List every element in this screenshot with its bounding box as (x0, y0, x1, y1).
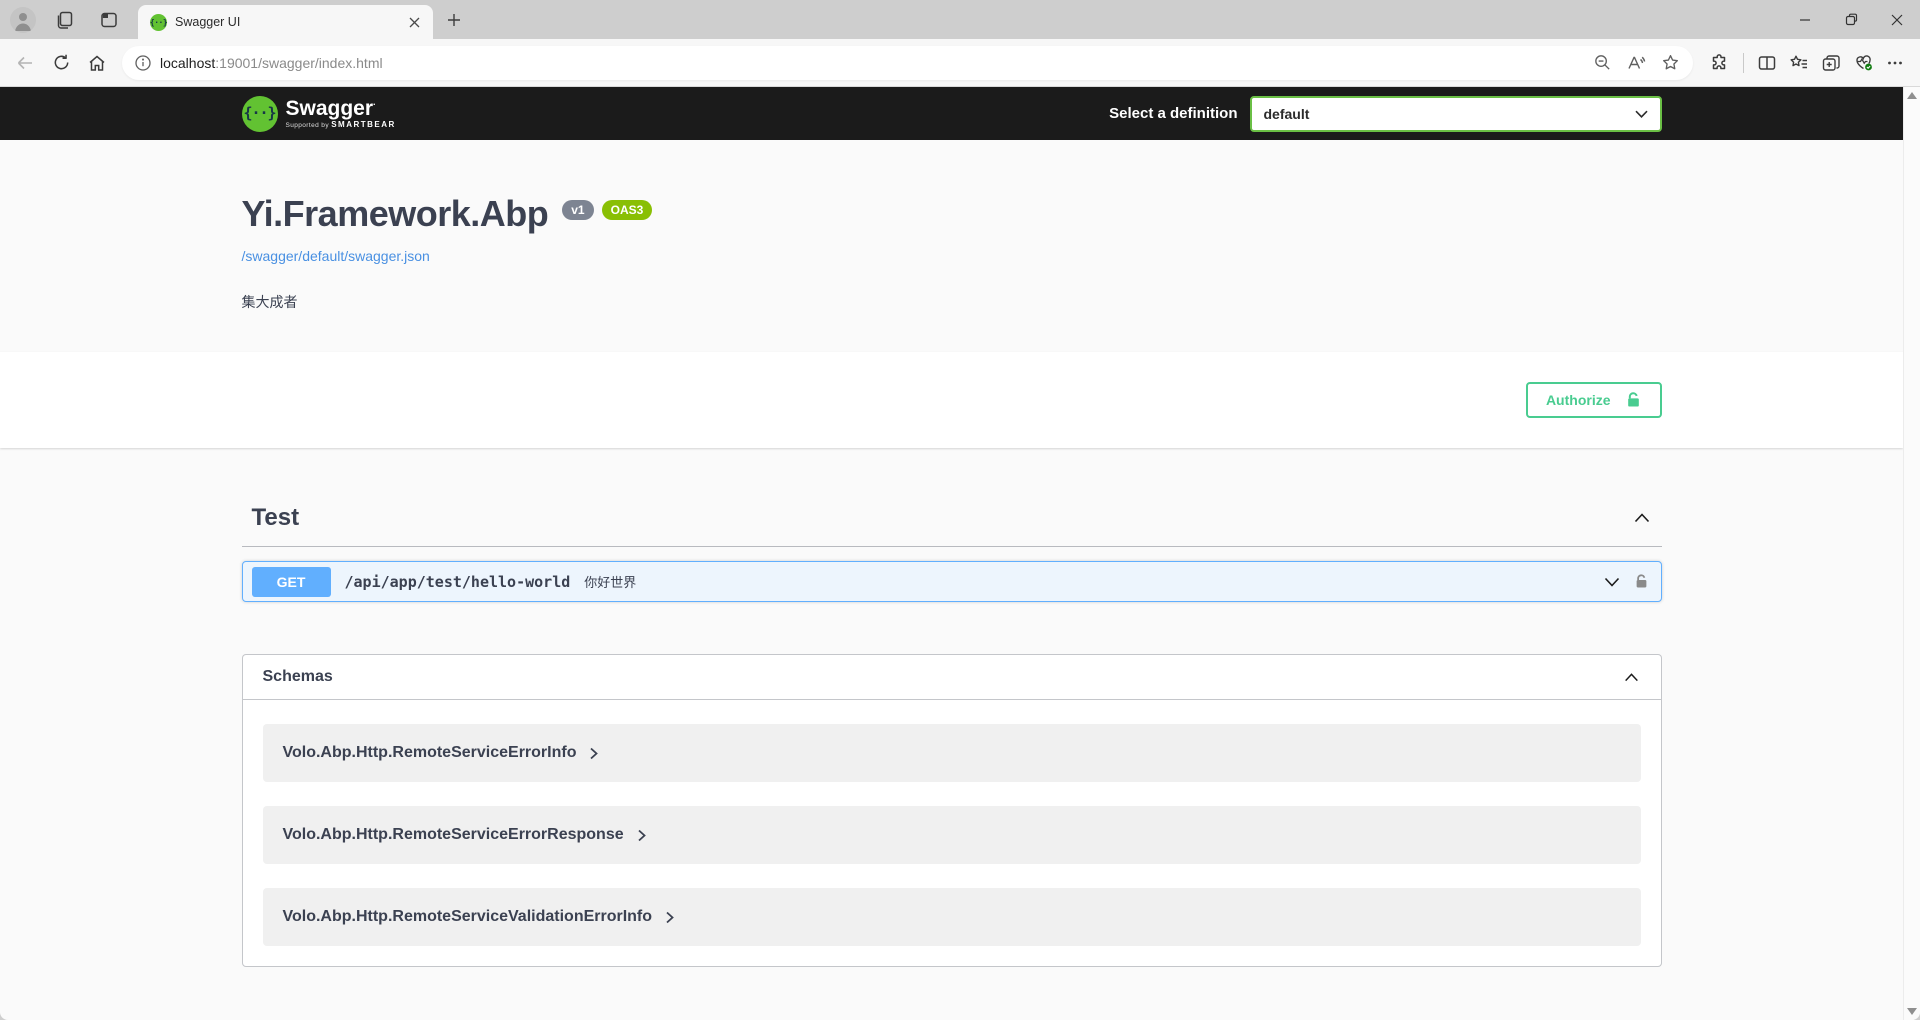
favorites-list-icon[interactable] (1784, 48, 1814, 78)
model-row-remote-service-validation-error-info[interactable]: Volo.Abp.Http.RemoteServiceValidationErr… (263, 888, 1641, 946)
tab-swagger-ui[interactable]: {··} Swagger UI (138, 5, 433, 39)
profile-avatar-icon[interactable] (10, 7, 36, 33)
method-badge[interactable]: GET (252, 567, 331, 597)
smartbear-brand: SMARTBEAR (331, 120, 396, 129)
browser-toolbar: localhost:19001/swagger/index.html (0, 39, 1920, 87)
unlock-icon (1625, 391, 1642, 409)
tab-close-icon[interactable] (403, 11, 425, 33)
zoom-out-icon[interactable] (1587, 48, 1617, 78)
page-scrollbar[interactable] (1903, 87, 1920, 1020)
authorize-button-label: Authorize (1546, 392, 1611, 408)
favorite-star-icon[interactable] (1655, 48, 1685, 78)
split-screen-icon[interactable] (1752, 48, 1782, 78)
new-tab-button[interactable] (439, 5, 469, 35)
swagger-logo[interactable]: {··} Swagger. Supported by SMARTBEAR (242, 96, 396, 132)
collapse-chevron-up-icon[interactable] (1634, 513, 1650, 523)
read-aloud-icon[interactable] (1621, 48, 1651, 78)
scroll-up-icon[interactable] (1907, 92, 1917, 99)
scroll-down-icon[interactable] (1907, 1008, 1917, 1015)
window-close-button[interactable] (1874, 0, 1920, 39)
swagger-page: {··} Swagger. Supported by SMARTBEAR Sel… (0, 87, 1903, 1020)
expand-chevron-down-icon[interactable] (1604, 577, 1620, 587)
swagger-logo-text: Swagger (286, 97, 374, 120)
chevron-down-icon (1635, 110, 1648, 118)
operation-summary: 你好世界 (584, 572, 1589, 591)
home-icon[interactable] (82, 48, 112, 78)
back-icon[interactable] (10, 48, 40, 78)
swagger-tagline-prefix: Supported by (286, 122, 329, 129)
tag-title: Test (252, 504, 300, 532)
chevron-right-icon (590, 747, 598, 760)
tag-section-test[interactable]: Test (242, 494, 1662, 547)
toolbar-divider (1743, 53, 1744, 73)
url-host: localhost (160, 55, 215, 71)
browser-window: {··} Swagger UI (0, 0, 1920, 1020)
url-path: :19001/swagger/index.html (215, 55, 382, 71)
select-definition-label: Select a definition (1109, 105, 1237, 122)
chevron-right-icon (638, 829, 646, 842)
schemas-title: Schemas (263, 668, 333, 686)
schemas-section: Schemas Volo.Abp.Http.RemoteServiceError… (242, 654, 1662, 967)
extensions-icon[interactable] (1705, 48, 1735, 78)
scheme-container: Authorize (0, 352, 1903, 448)
workspaces-icon[interactable] (50, 5, 80, 35)
operation-row-get-hello-world[interactable]: GET /api/app/test/hello-world 你好世界 (242, 561, 1662, 602)
api-title: Yi.Framework.Abp (242, 196, 549, 232)
version-badge: v1 (562, 200, 593, 220)
model-name: Volo.Abp.Http.RemoteServiceValidationErr… (283, 908, 653, 926)
api-description: 集大成者 (242, 292, 1662, 312)
api-info-section: Yi.Framework.Abp v1 OAS3 /swagger/defaul… (0, 140, 1903, 352)
refresh-icon[interactable] (46, 48, 76, 78)
auth-lock-icon[interactable] (1634, 573, 1649, 590)
chevron-right-icon (666, 911, 674, 924)
definition-select[interactable]: default (1250, 96, 1662, 132)
window-restore-button[interactable] (1828, 0, 1874, 39)
url-text[interactable]: localhost:19001/swagger/index.html (160, 55, 1579, 71)
collapse-chevron-up-icon[interactable] (1624, 673, 1639, 682)
settings-more-icon[interactable] (1880, 48, 1910, 78)
model-row-remote-service-error-response[interactable]: Volo.Abp.Http.RemoteServiceErrorResponse (263, 806, 1641, 864)
window-minimize-button[interactable] (1782, 0, 1828, 39)
swagger-favicon-icon: {··} (150, 14, 167, 31)
model-name: Volo.Abp.Http.RemoteServiceErrorResponse (283, 826, 624, 844)
spec-json-link[interactable]: /swagger/default/swagger.json (242, 248, 430, 264)
tab-actions-icon[interactable] (94, 5, 124, 35)
model-name: Volo.Abp.Http.RemoteServiceErrorInfo (283, 744, 577, 762)
browser-tab-bar: {··} Swagger UI (0, 0, 1920, 39)
browser-essentials-icon[interactable] (1848, 48, 1878, 78)
oas3-badge: OAS3 (602, 200, 653, 220)
schemas-header[interactable]: Schemas (243, 655, 1661, 700)
site-info-icon[interactable] (134, 54, 152, 72)
swagger-logo-icon: {··} (242, 96, 278, 132)
collections-icon[interactable] (1816, 48, 1846, 78)
authorize-button[interactable]: Authorize (1526, 382, 1662, 418)
address-bar[interactable]: localhost:19001/swagger/index.html (122, 46, 1693, 80)
definition-select-value: default (1264, 106, 1310, 122)
swagger-topbar: {··} Swagger. Supported by SMARTBEAR Sel… (0, 87, 1903, 140)
model-row-remote-service-error-info[interactable]: Volo.Abp.Http.RemoteServiceErrorInfo (263, 724, 1641, 782)
operation-path[interactable]: /api/app/test/hello-world (345, 573, 571, 591)
tab-title: Swagger UI (175, 15, 395, 29)
